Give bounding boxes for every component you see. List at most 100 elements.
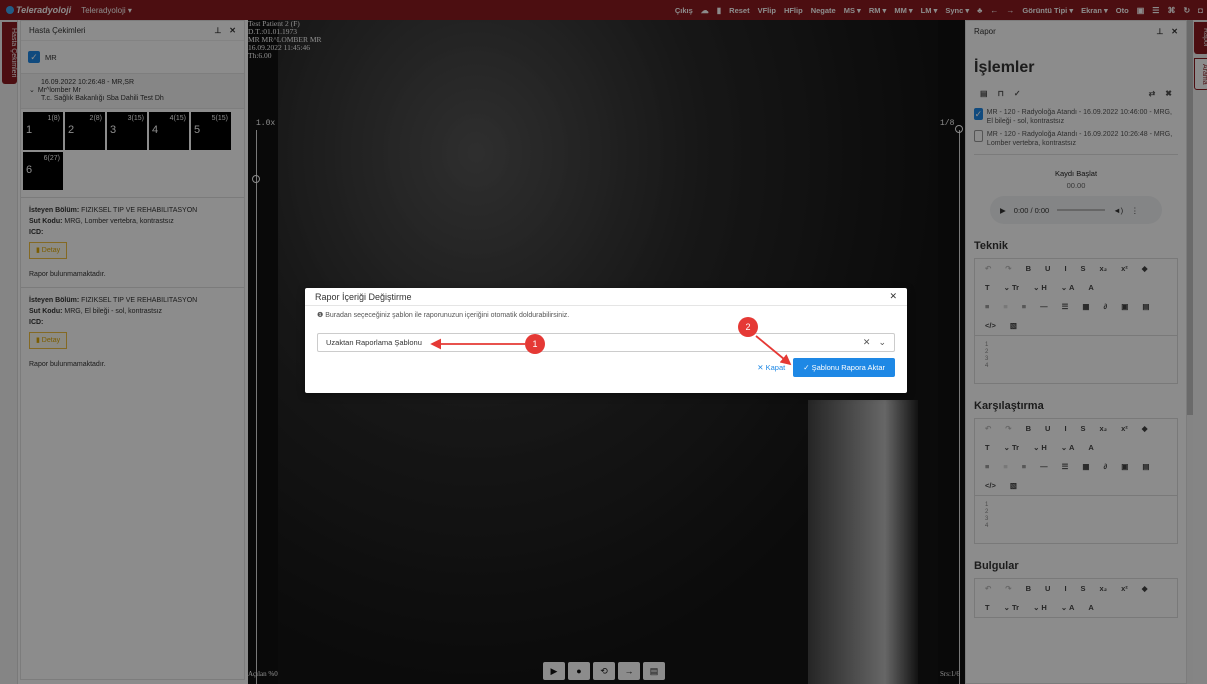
redo-icon[interactable]: ↷	[1005, 424, 1011, 433]
arrow-left-icon[interactable]: ←	[990, 6, 998, 15]
network-icon[interactable]: ⌘	[1167, 6, 1175, 15]
eraser-icon[interactable]: ◆	[1142, 424, 1148, 433]
eraser-icon[interactable]: ◆	[1142, 264, 1148, 273]
tool-negate[interactable]: Negate	[811, 6, 836, 15]
align-center-icon[interactable]: ≡	[1003, 302, 1007, 311]
redo-icon[interactable]: ↷	[1005, 584, 1011, 593]
series-thumb[interactable]: 6 6(27)	[23, 152, 63, 190]
transfer-icon[interactable]: ⇄	[1149, 89, 1156, 98]
editor-bulgular[interactable]: ↶ ↷ B U I Sx₂ x² ◆ T ⌄ Tr ⌄ H ⌄ A A	[974, 578, 1178, 618]
bold-icon[interactable]: B	[1026, 584, 1031, 593]
editor-content[interactable]: 1234	[975, 335, 1177, 383]
editor-karsilastirma[interactable]: ↶ ↷ B U I Sx₂ x² ◆ T ⌄ Tr ⌄ H ⌄ AA ≡ ≡ ≡ — ☰ ▦ ∂ ▣ ▤ </> ▧ …	[974, 418, 1178, 544]
zoom-slider-knob[interactable]	[252, 175, 260, 183]
align-left-icon[interactable]: ≡	[985, 302, 989, 311]
check-icon[interactable]: ✓	[1014, 89, 1021, 98]
table-icon[interactable]: ▦	[1082, 462, 1089, 471]
users-icon[interactable]: ♣	[977, 6, 982, 15]
editor-content[interactable]: 1234	[975, 495, 1177, 543]
clear-icon[interactable]: ✕	[863, 337, 871, 348]
subscript-icon[interactable]: x₂	[1100, 584, 1108, 593]
image-icon[interactable]: ▣	[1121, 302, 1128, 311]
close-icon[interactable]: ✕	[229, 26, 236, 35]
redo-icon[interactable]: ↷	[1005, 264, 1011, 273]
refresh-icon[interactable]: ↻	[1183, 6, 1190, 15]
slice-slider-knob[interactable]	[955, 125, 963, 133]
play-icon[interactable]: ▶	[1000, 206, 1006, 215]
undo-icon[interactable]: ↶	[985, 584, 991, 593]
audio-player[interactable]: ▶ 0:00 / 0:00 ◄) ⋮	[990, 196, 1162, 224]
font-color-icon[interactable]: ⌄ A	[1061, 443, 1075, 452]
detay-button[interactable]: ▮ Detay	[29, 332, 68, 349]
strike-icon[interactable]: S	[1081, 424, 1086, 433]
next-icon[interactable]: →	[618, 662, 640, 680]
audio-progress[interactable]	[1057, 209, 1106, 211]
loop-icon[interactable]: ⟲	[593, 662, 615, 680]
layout-icon[interactable]: ▤	[1142, 462, 1149, 471]
align-right-icon[interactable]: ≡	[1022, 302, 1026, 311]
study-item[interactable]: 16.09.2022 10:26:48 - MR,SR ⌄ Mr^lomber M…	[21, 73, 244, 109]
tab-arama[interactable]: Arama	[1194, 58, 1207, 90]
tool-ms[interactable]: MS ▾	[844, 6, 861, 15]
bold-icon[interactable]: B	[1026, 424, 1031, 433]
save-icon[interactable]: ▤	[643, 662, 665, 680]
chevron-down-icon[interactable]: ⌄	[878, 337, 886, 348]
highlight-icon[interactable]: A	[1088, 603, 1093, 612]
save-icon[interactable]: ▤	[980, 89, 988, 98]
bold-icon[interactable]: B	[1026, 264, 1031, 273]
hr-icon[interactable]: —	[1040, 302, 1048, 311]
series-thumb[interactable]: 2 2(8)	[65, 112, 105, 150]
heading-icon[interactable]: ⌄ H	[1033, 603, 1047, 612]
heading-icon[interactable]: ⌄ H	[1033, 443, 1047, 452]
pin-icon[interactable]: ⊥	[214, 26, 221, 35]
tool-hflip[interactable]: HFlip	[784, 6, 803, 15]
code-icon[interactable]: </>	[985, 321, 996, 330]
font-icon[interactable]: T	[985, 603, 990, 612]
series-thumb[interactable]: 4 4(15)	[149, 112, 189, 150]
hr-icon[interactable]: —	[1040, 462, 1048, 471]
chevron-down-icon[interactable]: ⌄	[29, 87, 35, 95]
series-thumb[interactable]: 1 1(8)	[23, 112, 63, 150]
tab-hasta-cekimleri[interactable]: Hasta Çekimleri	[2, 22, 17, 84]
font-size-icon[interactable]: ⌄ Tr	[1004, 283, 1019, 292]
undo-icon[interactable]: ↶	[985, 264, 991, 273]
app-menu[interactable]: Teleradyoloji ▾	[81, 6, 132, 15]
document-icon[interactable]: ▮	[717, 6, 721, 15]
highlight-icon[interactable]: A	[1088, 443, 1093, 452]
table-icon[interactable]: ▦	[1082, 302, 1089, 311]
list-icon[interactable]: ☰	[1152, 6, 1159, 15]
tool-mm[interactable]: MM ▾	[894, 6, 912, 15]
underline-icon[interactable]: U	[1045, 264, 1050, 273]
series-thumb[interactable]: 5 5(15)	[191, 112, 231, 150]
operation-item[interactable]: ✓ MR - 120 - Radyoloğa Atandı - 16.09.202…	[966, 106, 1186, 128]
layout-icon[interactable]: ▤	[1142, 302, 1149, 311]
tool-lm[interactable]: LM ▾	[921, 6, 938, 15]
font-icon[interactable]: T	[985, 283, 990, 292]
remove-icon[interactable]: ✖	[1165, 89, 1172, 98]
checkbox-checked-icon[interactable]: ✓	[28, 51, 40, 63]
template-select[interactable]: Uzaktan Raporlama Şablonu ✕ ⌄	[317, 333, 895, 352]
checkbox-icon[interactable]	[974, 130, 983, 142]
unlock-icon[interactable]: ⊓	[998, 89, 1004, 98]
link-icon[interactable]: ∂	[1104, 462, 1108, 471]
stop-icon[interactable]: ●	[568, 662, 590, 680]
undo-icon[interactable]: ↶	[985, 424, 991, 433]
list-icon[interactable]: ☰	[1062, 462, 1069, 471]
tool-sync[interactable]: Sync ▾	[945, 6, 969, 15]
tool-screen[interactable]: Ekran ▾	[1081, 6, 1108, 15]
close-button[interactable]: ✕ Kapat	[757, 363, 785, 372]
close-icon[interactable]: ✕	[889, 291, 897, 302]
monitor-icon[interactable]: ▣	[1137, 6, 1145, 15]
apply-template-button[interactable]: ✓ Şablonu Rapora Aktar	[793, 358, 895, 377]
tool-auto[interactable]: Oto	[1116, 6, 1129, 15]
align-center-icon[interactable]: ≡	[1003, 462, 1007, 471]
font-size-icon[interactable]: ⌄ Tr	[1004, 603, 1019, 612]
detay-button[interactable]: ▮ Detay	[29, 242, 68, 259]
play-icon[interactable]: ▶	[543, 662, 565, 680]
tool-vflip[interactable]: VFlip	[758, 6, 776, 15]
underline-icon[interactable]: U	[1045, 424, 1050, 433]
modality-filter[interactable]: ✓ MR	[21, 41, 244, 73]
list-icon[interactable]: ☰	[1062, 302, 1069, 311]
strike-icon[interactable]: S	[1081, 584, 1086, 593]
tool-reset[interactable]: Reset	[729, 6, 749, 15]
